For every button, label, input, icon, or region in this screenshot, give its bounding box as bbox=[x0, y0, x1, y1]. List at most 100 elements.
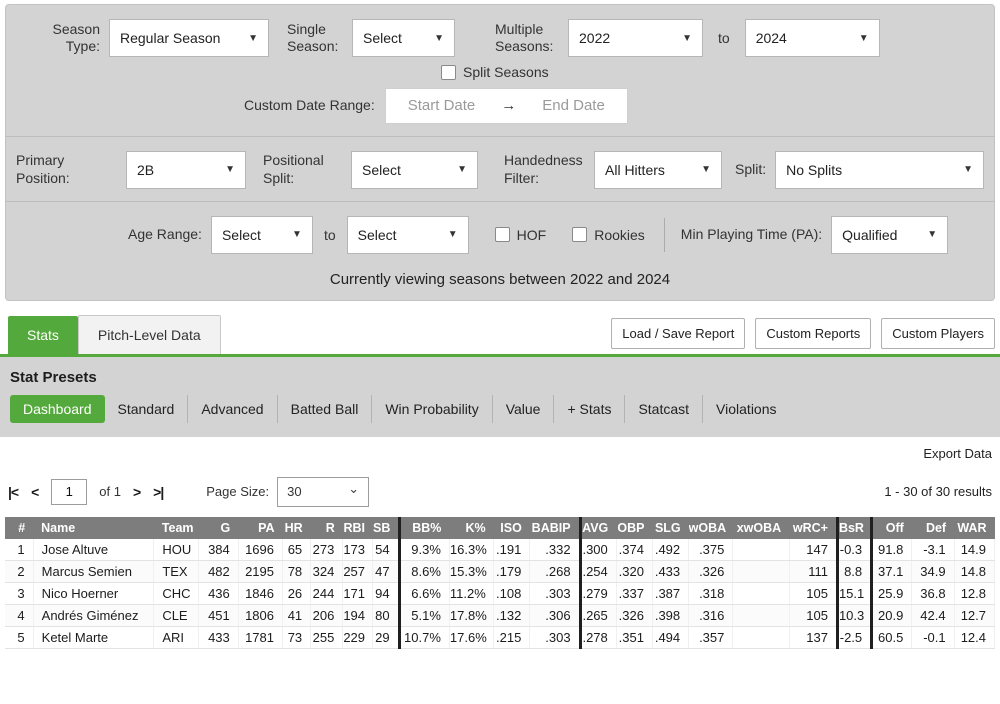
col-header-r[interactable]: R bbox=[311, 517, 343, 539]
cell-iso: .132 bbox=[494, 604, 530, 626]
split-select[interactable]: No Splits ▼ bbox=[775, 151, 984, 189]
age-range-to-select[interactable]: Select ▼ bbox=[347, 216, 469, 254]
col-header-g[interactable]: G bbox=[198, 517, 238, 539]
cell-bsr: 8.8 bbox=[837, 560, 871, 582]
col-header-rbi[interactable]: RBI bbox=[343, 517, 373, 539]
cell-name[interactable]: Nico Hoerner bbox=[33, 582, 154, 604]
first-page-button[interactable]: |< bbox=[8, 484, 18, 500]
season-type-value: Regular Season bbox=[120, 30, 220, 46]
primary-position-label: Primary Position: bbox=[16, 152, 86, 187]
cell-xwoba bbox=[733, 626, 789, 648]
preset-dashboard[interactable]: Dashboard bbox=[10, 395, 105, 423]
col-header-kpct[interactable]: K% bbox=[449, 517, 493, 539]
custom-reports-button[interactable]: Custom Reports bbox=[755, 318, 871, 349]
cell-name[interactable]: Ketel Marte bbox=[33, 626, 154, 648]
cell-war: 12.4 bbox=[954, 626, 994, 648]
col-header-pa[interactable]: PA bbox=[238, 517, 282, 539]
chevron-down-icon: ▼ bbox=[457, 164, 467, 175]
col-header-iso[interactable]: ISO bbox=[494, 517, 530, 539]
cell-name[interactable]: Jose Altuve bbox=[33, 539, 154, 561]
cell-pa: 1846 bbox=[238, 582, 282, 604]
cell-sb: 47 bbox=[373, 560, 399, 582]
cell-name[interactable]: Andrés Giménez bbox=[33, 604, 154, 626]
col-header-obp[interactable]: OBP bbox=[616, 517, 652, 539]
cell-slg: .492 bbox=[652, 539, 688, 561]
multiple-seasons-to-value: 2024 bbox=[756, 30, 787, 46]
page-size-select[interactable]: 30 ⌄ bbox=[277, 477, 369, 507]
custom-players-button[interactable]: Custom Players bbox=[881, 318, 995, 349]
page-number-input[interactable]: 1 bbox=[51, 479, 87, 505]
season-type-select[interactable]: Regular Season ▼ bbox=[109, 19, 269, 57]
primary-position-value: 2B bbox=[137, 162, 154, 178]
next-page-button[interactable]: > bbox=[133, 484, 140, 500]
col-header-wrcplus[interactable]: wRC+ bbox=[789, 517, 837, 539]
cell-woba: .318 bbox=[689, 582, 733, 604]
col-header-woba[interactable]: wOBA bbox=[689, 517, 733, 539]
load-save-report-button[interactable]: Load / Save Report bbox=[611, 318, 745, 349]
chevron-down-icon: ⌄ bbox=[348, 481, 359, 497]
hof-checkbox[interactable]: HOF bbox=[495, 227, 547, 243]
export-data-link[interactable]: Export Data bbox=[923, 446, 992, 461]
tab-stats[interactable]: Stats bbox=[8, 316, 78, 354]
col-header-avg[interactable]: AVG bbox=[580, 517, 616, 539]
single-season-select[interactable]: Select ▼ bbox=[352, 19, 455, 57]
table-row: 3Nico HoernerCHC436184626244171946.6%11.… bbox=[5, 582, 995, 604]
preset-stats[interactable]: + Stats bbox=[554, 395, 625, 423]
col-header-bsr[interactable]: BsR bbox=[837, 517, 871, 539]
stat-presets-list: DashboardStandardAdvancedBatted BallWin … bbox=[10, 395, 990, 423]
age-filters-section: Age Range: Select ▼ to Select ▼ HOF Rook… bbox=[6, 201, 994, 300]
age-range-label: Age Range: bbox=[128, 226, 202, 244]
col-header-rank[interactable]: # bbox=[5, 517, 33, 539]
cell-obp: .320 bbox=[616, 560, 652, 582]
cell-bbpct: 8.6% bbox=[399, 560, 449, 582]
split-seasons-checkbox[interactable]: Split Seasons bbox=[441, 64, 549, 80]
positional-split-select[interactable]: Select ▼ bbox=[351, 151, 478, 189]
preset-advanced[interactable]: Advanced bbox=[188, 395, 277, 423]
rookies-checkbox[interactable]: Rookies bbox=[572, 227, 645, 243]
cell-r: 273 bbox=[311, 539, 343, 561]
checkbox-icon bbox=[441, 65, 456, 80]
col-header-bbpct[interactable]: BB% bbox=[399, 517, 449, 539]
preset-batted-ball[interactable]: Batted Ball bbox=[278, 395, 373, 423]
preset-statcast[interactable]: Statcast bbox=[625, 395, 703, 423]
cell-avg: .279 bbox=[580, 582, 616, 604]
min-playing-time-select[interactable]: Qualified ▼ bbox=[831, 216, 948, 254]
col-header-hr[interactable]: HR bbox=[283, 517, 311, 539]
preset-win-probability[interactable]: Win Probability bbox=[372, 395, 492, 423]
col-header-babip[interactable]: BABIP bbox=[530, 517, 580, 539]
col-header-xwoba[interactable]: xwOBA bbox=[733, 517, 789, 539]
last-page-button[interactable]: >| bbox=[153, 484, 163, 500]
cell-bsr: -2.5 bbox=[837, 626, 871, 648]
age-range-from-select[interactable]: Select ▼ bbox=[211, 216, 313, 254]
col-header-off[interactable]: Off bbox=[872, 517, 912, 539]
age-to-label: to bbox=[324, 227, 336, 243]
col-header-sb[interactable]: SB bbox=[373, 517, 399, 539]
handedness-filter-label: Handedness Filter: bbox=[504, 152, 584, 187]
cell-kpct: 17.6% bbox=[449, 626, 493, 648]
cell-iso: .108 bbox=[494, 582, 530, 604]
tab-pitch-level-data[interactable]: Pitch-Level Data bbox=[78, 315, 221, 354]
cell-obp: .337 bbox=[616, 582, 652, 604]
start-date-input[interactable]: Start Date bbox=[408, 97, 476, 114]
preset-violations[interactable]: Violations bbox=[703, 395, 789, 423]
cell-hr: 78 bbox=[283, 560, 311, 582]
multiple-seasons-to-select[interactable]: 2024 ▼ bbox=[745, 19, 880, 57]
tab-bar: StatsPitch-Level Data Load / Save Report… bbox=[0, 301, 1000, 354]
col-header-team[interactable]: Team bbox=[154, 517, 198, 539]
col-header-def[interactable]: Def bbox=[912, 517, 954, 539]
preset-standard[interactable]: Standard bbox=[105, 395, 189, 423]
col-header-name[interactable]: Name bbox=[33, 517, 154, 539]
cell-name[interactable]: Marcus Semien bbox=[33, 560, 154, 582]
end-date-input[interactable]: End Date bbox=[542, 97, 605, 114]
multiple-seasons-from-select[interactable]: 2022 ▼ bbox=[568, 19, 703, 57]
col-header-slg[interactable]: SLG bbox=[652, 517, 688, 539]
preset-value[interactable]: Value bbox=[493, 395, 555, 423]
custom-date-range-box: Start Date → End Date bbox=[385, 88, 628, 124]
primary-position-select[interactable]: 2B ▼ bbox=[126, 151, 246, 189]
cell-rank: 3 bbox=[5, 582, 33, 604]
prev-page-button[interactable]: < bbox=[31, 484, 38, 500]
cell-pa: 1781 bbox=[238, 626, 282, 648]
cell-def: -3.1 bbox=[912, 539, 954, 561]
col-header-war[interactable]: WAR bbox=[954, 517, 994, 539]
handedness-filter-select[interactable]: All Hitters ▼ bbox=[594, 151, 722, 189]
